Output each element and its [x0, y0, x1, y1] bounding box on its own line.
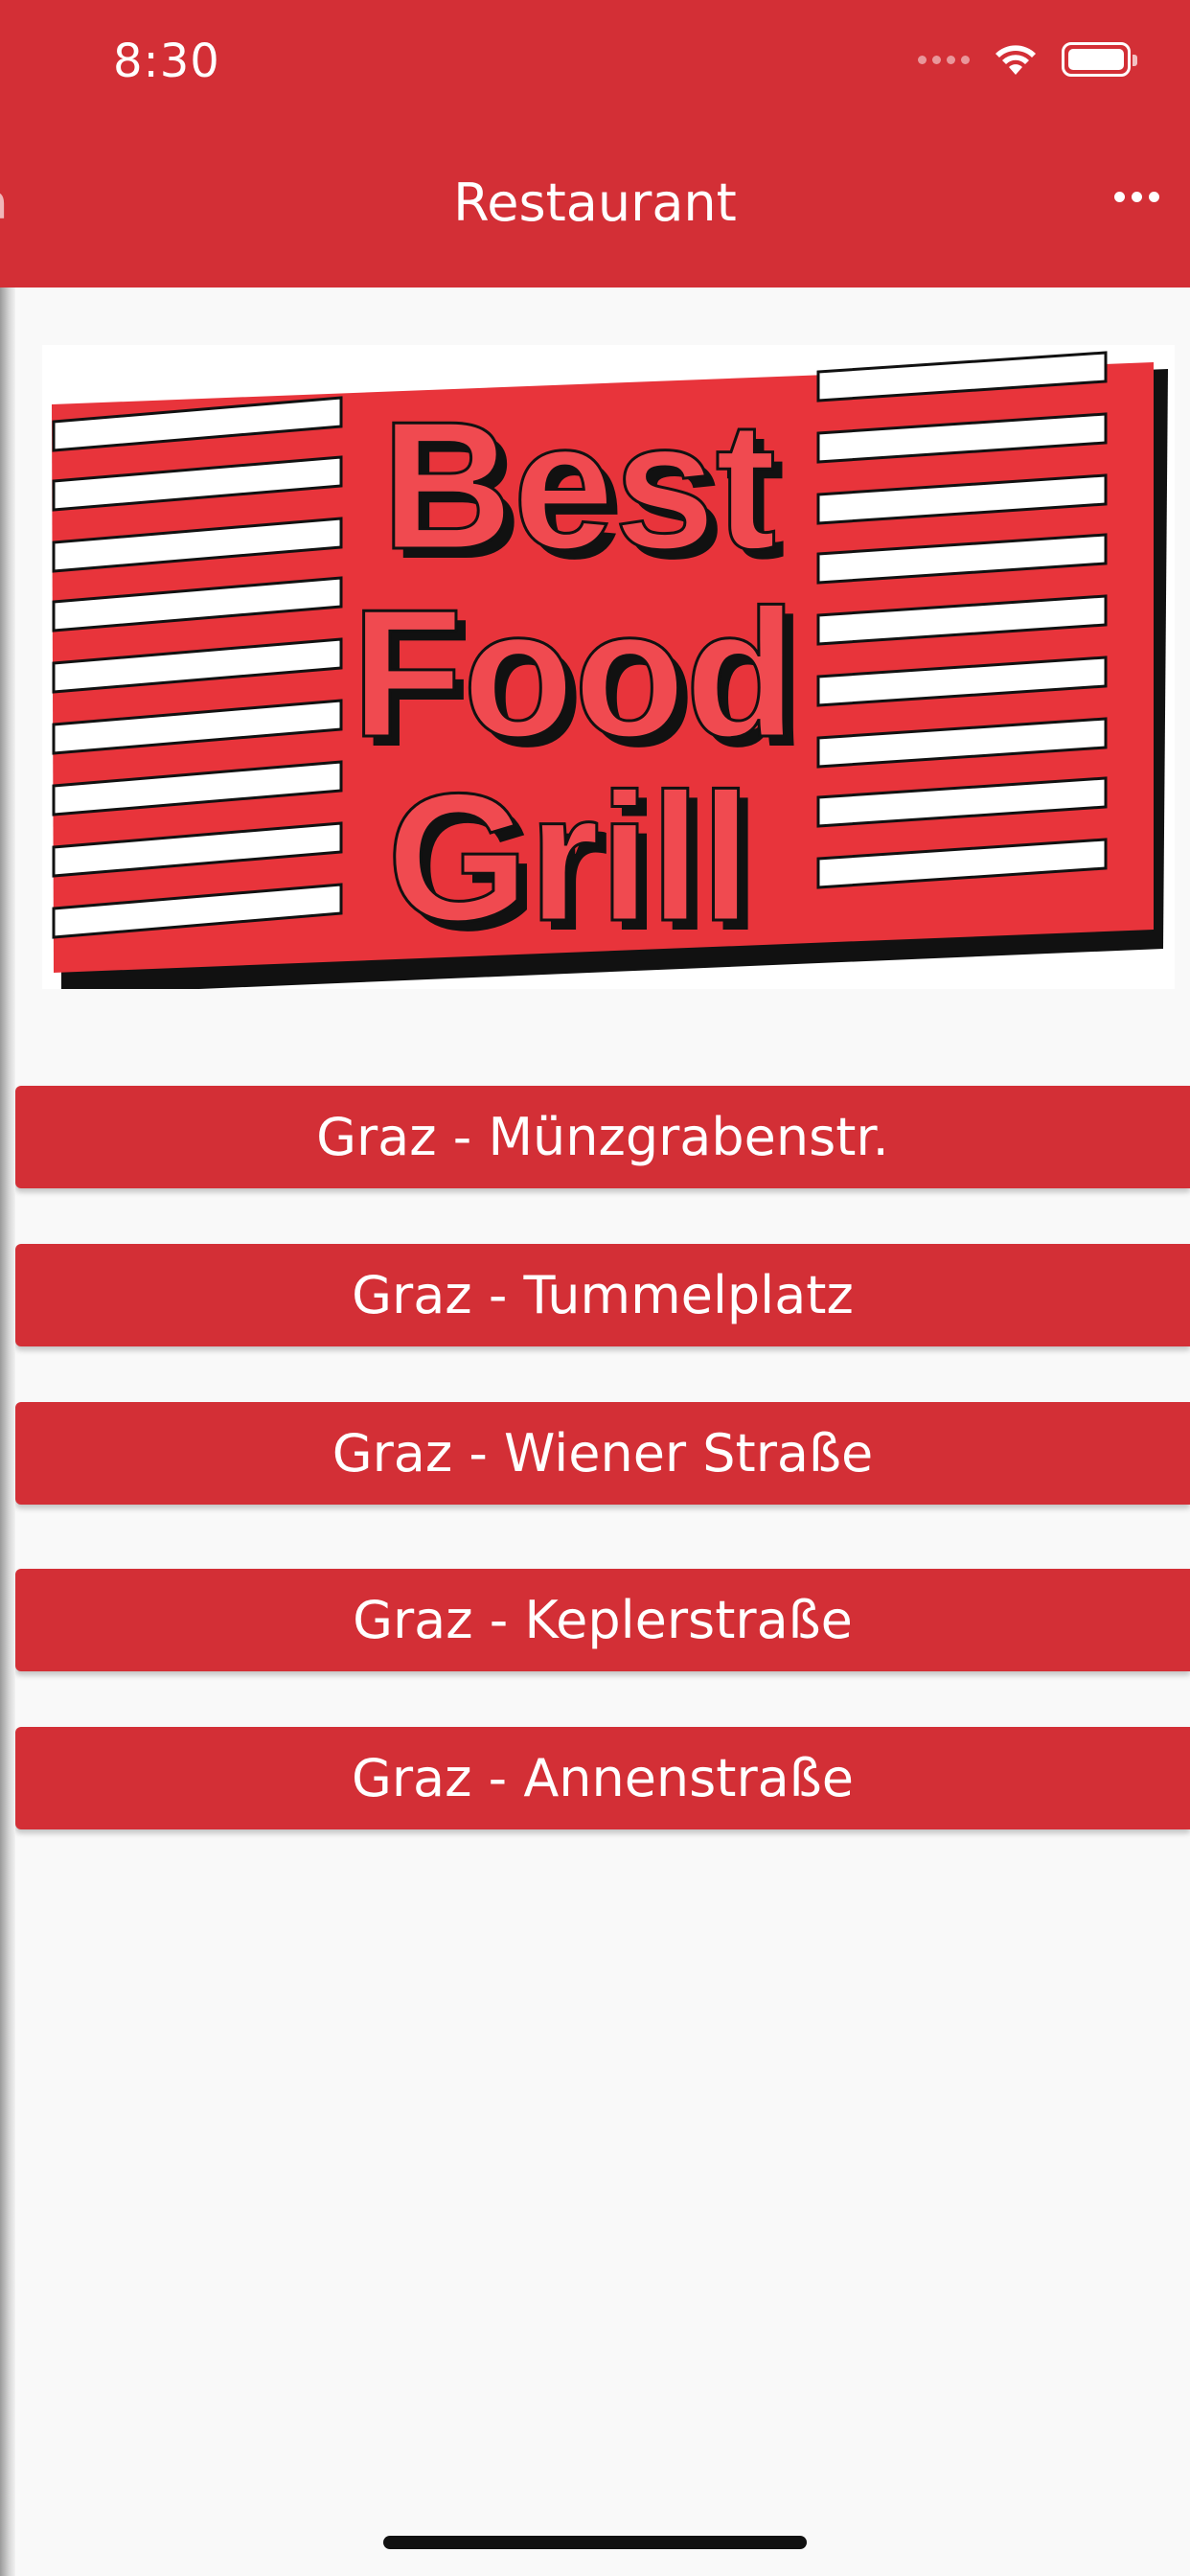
branch-button-wiener-strasse[interactable]: Graz - Wiener Straße [15, 1402, 1190, 1505]
branch-button-tummelplatz[interactable]: Graz - Tummelplatz [15, 1244, 1190, 1346]
logo-text-grill-front: Grill [387, 756, 751, 959]
logo-text-best-front: Best [381, 384, 776, 587]
branch-button-keplerstrasse[interactable]: Graz - Keplerstraße [15, 1569, 1190, 1671]
status-icons [918, 42, 1137, 77]
logo-text-food-front: Food [352, 572, 796, 775]
branch-button-muenzgrabenstr[interactable]: Graz - Münzgrabenstr. [15, 1086, 1190, 1188]
app-screen: 8:30 a Restaurant [0, 0, 1190, 2576]
status-time: 8:30 [113, 34, 220, 88]
battery-icon [1062, 42, 1137, 77]
more-options-button[interactable] [1114, 192, 1159, 202]
branch-button-annenstrasse[interactable]: Graz - Annenstraße [15, 1727, 1190, 1829]
ellipsis-icon [1114, 192, 1125, 202]
page-title: Restaurant [453, 172, 737, 233]
navigation-header: 8:30 a Restaurant [0, 0, 1190, 288]
restaurant-logo: Best Best Food Food Grill Grill [42, 345, 1175, 995]
home-indicator[interactable] [383, 2536, 807, 2549]
best-food-grill-logo: Best Best Food Food Grill Grill [52, 351, 1168, 995]
wifi-icon [995, 45, 1036, 75]
signal-icon [918, 55, 970, 64]
previous-screen-edge [0, 0, 15, 2576]
